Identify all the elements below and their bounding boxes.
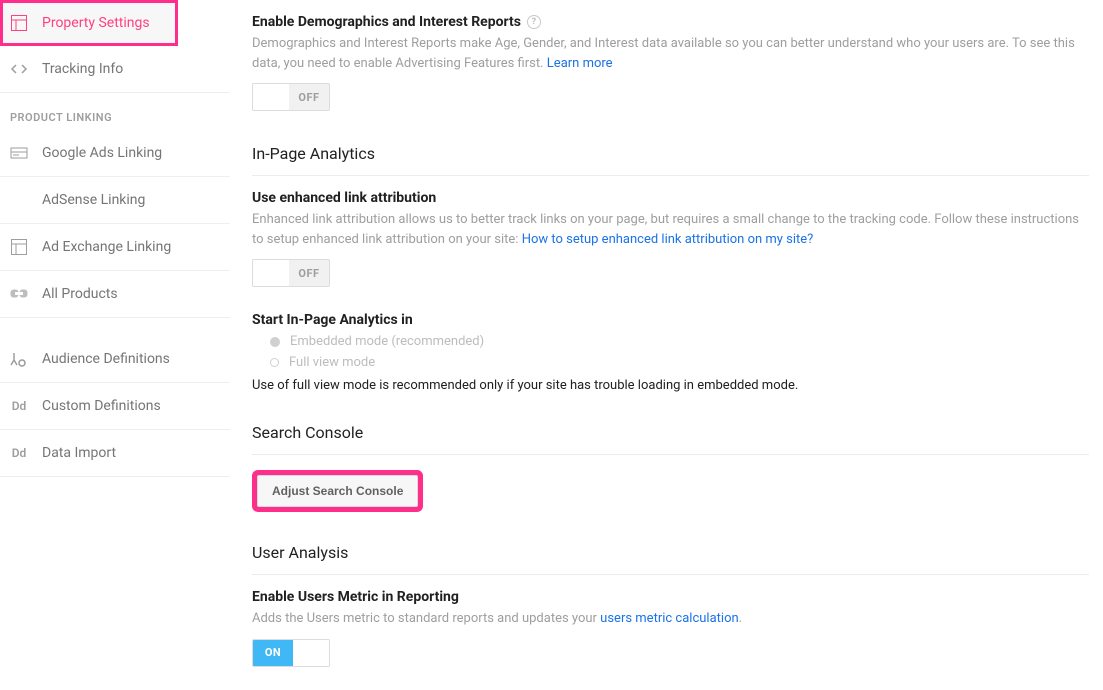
dd-icon: Dd — [10, 397, 28, 415]
enhanced-link-title: Use enhanced link attribution — [252, 190, 1089, 206]
ads-icon — [10, 144, 28, 162]
sidebar-item-label: Audience Definitions — [42, 351, 170, 367]
demographics-desc-text: Demographics and Interest Reports make A… — [252, 36, 1075, 71]
radio-full-view-mode[interactable]: Full view mode — [270, 355, 1089, 370]
sidebar: Property Settings Tracking Info PRODUCT … — [0, 0, 230, 690]
demographics-title-text: Enable Demographics and Interest Reports — [252, 14, 521, 30]
toggle-label: ON — [253, 640, 293, 666]
divider — [252, 574, 1089, 575]
property-settings-icon — [10, 14, 28, 32]
sidebar-item-label: Data Import — [42, 445, 116, 461]
toggle-label: OFF — [289, 260, 329, 286]
adjust-search-console-button[interactable]: Adjust Search Console — [257, 475, 418, 507]
code-icon — [10, 60, 28, 78]
toggle-knob — [253, 84, 289, 110]
link-icon — [10, 285, 28, 303]
radio-label: Full view mode — [289, 355, 375, 370]
radio-icon — [270, 358, 279, 367]
sidebar-item-google-ads-linking[interactable]: Google Ads Linking — [0, 130, 230, 177]
sidebar-item-tracking-info[interactable]: Tracking Info — [0, 46, 230, 93]
demographics-learn-more-link[interactable]: Learn more — [547, 56, 613, 71]
sidebar-item-ad-exchange-linking[interactable]: Ad Exchange Linking — [0, 224, 230, 271]
demographics-title: Enable Demographics and Interest Reports… — [252, 14, 1089, 30]
start-inpage-radios: Embedded mode (recommended) Full view mo… — [270, 334, 1089, 370]
sidebar-heading-product-linking: PRODUCT LINKING — [0, 93, 230, 130]
sidebar-item-label: AdSense Linking — [42, 192, 145, 208]
divider — [252, 175, 1089, 176]
users-metric-calc-link[interactable]: users metric calculation — [600, 611, 739, 626]
adsense-icon — [10, 191, 28, 209]
audience-icon — [10, 350, 28, 368]
sidebar-item-data-import[interactable]: Dd Data Import — [0, 430, 230, 477]
main-content: Enable Demographics and Interest Reports… — [230, 0, 1103, 690]
demographics-toggle[interactable]: OFF — [252, 83, 330, 111]
sidebar-item-label: Custom Definitions — [42, 398, 161, 414]
ad-exchange-icon — [10, 238, 28, 256]
search-console-section-title: Search Console — [252, 423, 1089, 446]
sidebar-item-label: Tracking Info — [42, 61, 123, 77]
divider — [252, 454, 1089, 455]
sidebar-item-audience-definitions[interactable]: Audience Definitions — [0, 336, 230, 383]
radio-embedded-mode[interactable]: Embedded mode (recommended) — [270, 334, 1089, 349]
radio-icon — [270, 337, 280, 347]
sidebar-item-label: Google Ads Linking — [42, 145, 162, 161]
sidebar-item-label: All Products — [42, 286, 118, 302]
sidebar-item-label: Property Settings — [42, 15, 150, 31]
dd-icon: Dd — [10, 444, 28, 462]
sidebar-item-all-products[interactable]: All Products — [0, 271, 230, 318]
toggle-knob — [253, 260, 289, 286]
enhanced-link-howto-link[interactable]: How to setup enhanced link attribution o… — [522, 232, 814, 247]
help-icon[interactable]: ? — [527, 15, 541, 29]
demographics-desc: Demographics and Interest Reports make A… — [252, 34, 1089, 73]
enhanced-link-toggle[interactable]: OFF — [252, 259, 330, 287]
user-analysis-desc-text: Adds the Users metric to standard report… — [252, 611, 600, 626]
sidebar-item-adsense-linking[interactable]: AdSense Linking — [0, 177, 230, 224]
user-analysis-sub-title: Enable Users Metric in Reporting — [252, 589, 1089, 605]
sidebar-item-custom-definitions[interactable]: Dd Custom Definitions — [0, 383, 230, 430]
enhanced-link-desc: Enhanced link attribution allows us to b… — [252, 210, 1089, 249]
user-analysis-section-title: User Analysis — [252, 543, 1089, 566]
sidebar-item-label: Ad Exchange Linking — [42, 239, 171, 255]
start-inpage-title: Start In-Page Analytics in — [252, 312, 1089, 328]
toggle-knob — [293, 640, 329, 666]
toggle-label: OFF — [289, 84, 329, 110]
inpage-section-title: In-Page Analytics — [252, 144, 1089, 167]
user-analysis-desc: Adds the Users metric to standard report… — [252, 609, 1089, 629]
users-metric-toggle[interactable]: ON — [252, 639, 330, 667]
sidebar-item-property-settings[interactable]: Property Settings — [0, 0, 178, 46]
start-inpage-note: Use of full view mode is recommended onl… — [252, 378, 1089, 393]
radio-label: Embedded mode (recommended) — [290, 334, 484, 349]
